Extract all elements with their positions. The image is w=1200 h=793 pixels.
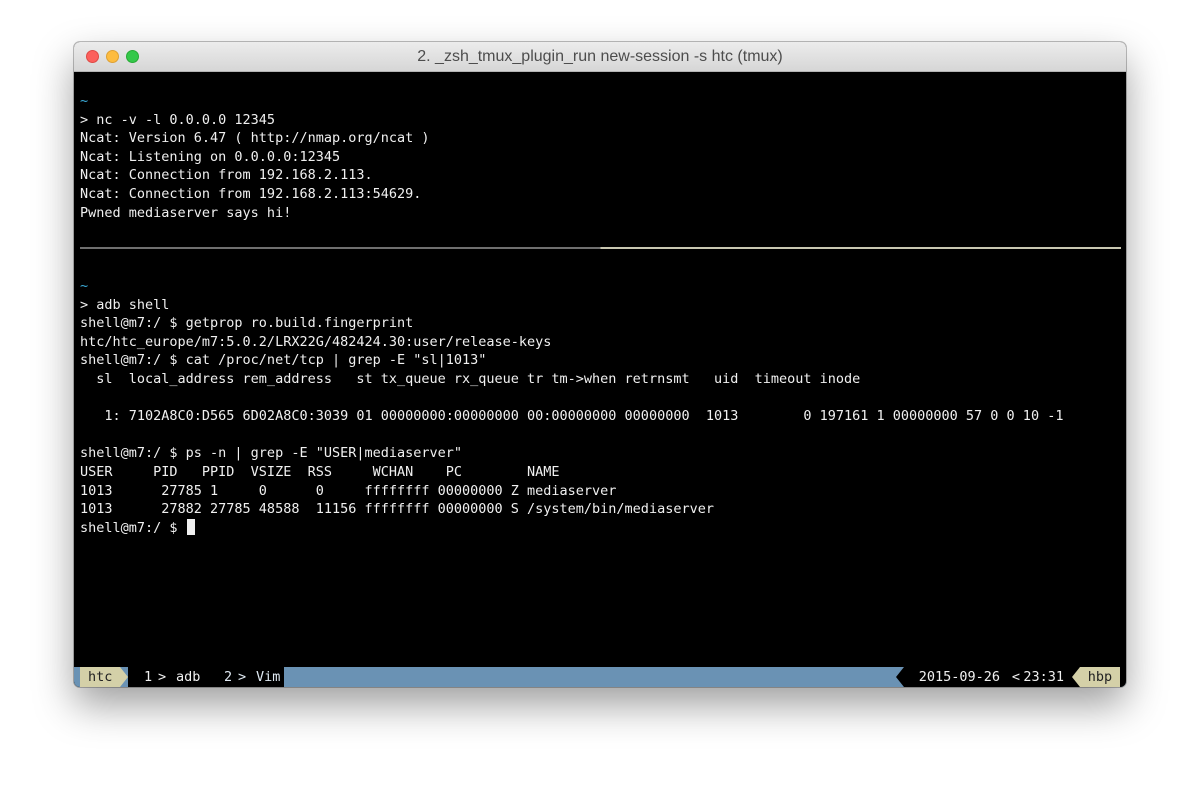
shell-prompt: shell@m7:/ $ bbox=[80, 519, 186, 536]
terminal-line: Ncat: Version 6.47 ( http://nmap.org/nca… bbox=[80, 130, 430, 147]
terminal-line: Ncat: Connection from 192.168.2.113:5462… bbox=[80, 185, 422, 202]
host-name: hbp bbox=[1080, 667, 1120, 687]
terminal-line: shell@m7:/ $ getprop ro.build.fingerprin… bbox=[80, 315, 414, 332]
bottom-pane[interactable]: ~ > adb shell shell@m7:/ $ getprop ro.buil… bbox=[80, 277, 1120, 537]
terminal-line: sl local_address rem_address st tx_queue… bbox=[80, 370, 861, 387]
terminal-line: Ncat: Connection from 192.168.2.113. bbox=[80, 167, 373, 184]
status-right-arrow-icon bbox=[896, 667, 904, 687]
terminal-line: > adb shell bbox=[80, 296, 170, 313]
window-2-name[interactable]: Vim bbox=[256, 667, 280, 687]
home-directory-indicator: ~ bbox=[80, 278, 89, 294]
status-time: 23:31 bbox=[1023, 669, 1064, 685]
chevron-right-icon: > bbox=[158, 669, 167, 685]
top-pane[interactable]: ~ > nc -v -l 0.0.0.0 12345 Ncat: Version 6… bbox=[80, 92, 1120, 222]
session-arrow-icon bbox=[120, 667, 128, 687]
terminal-line: 1013 27785 1 0 0 ffffffff 00000000 Z med… bbox=[80, 482, 617, 499]
status-date: 2015-09-26 bbox=[918, 669, 1000, 685]
terminal-line: htc/htc_europe/m7:5.0.2/LRX22G/482424.30… bbox=[80, 333, 552, 350]
terminal-window[interactable]: 2. _zsh_tmux_plugin_run new-session -s h… bbox=[74, 42, 1126, 687]
pane-divider[interactable] bbox=[80, 247, 1121, 249]
terminal-line: > nc -v -l 0.0.0.0 12345 bbox=[80, 111, 276, 128]
cursor-icon bbox=[186, 518, 195, 535]
terminal-line: Pwned mediaserver says hi! bbox=[80, 204, 292, 221]
terminal-line: 1: 7102A8C0:D565 6D02A8C0:3039 01 000000… bbox=[80, 408, 1064, 425]
terminal-area[interactable]: ~ > nc -v -l 0.0.0.0 12345 Ncat: Version 6… bbox=[74, 72, 1126, 687]
window-title: 2. _zsh_tmux_plugin_run new-session -s h… bbox=[417, 48, 783, 65]
terminal-line: shell@m7:/ $ cat /proc/net/tcp | grep -E… bbox=[80, 352, 487, 369]
terminal-line: 1013 27882 27785 48588 11156 ffffffff 00… bbox=[80, 501, 714, 518]
window-1-index[interactable]: 1 bbox=[144, 667, 152, 687]
chevron-right-icon: > bbox=[238, 669, 247, 685]
title-bar[interactable]: 2. _zsh_tmux_plugin_run new-session -s h… bbox=[74, 42, 1126, 72]
terminal-line: shell@m7:/ $ ps -n | grep -E "USER|media… bbox=[80, 445, 463, 462]
window-1-name[interactable]: adb bbox=[176, 667, 200, 687]
window-2-index[interactable]: 2 bbox=[224, 667, 232, 687]
chevron-left-icon: < bbox=[1011, 669, 1020, 685]
home-directory-indicator: ~ bbox=[80, 93, 89, 109]
window-arrow-icon bbox=[208, 667, 216, 687]
host-arrow-icon bbox=[1072, 667, 1080, 687]
terminal-line: Ncat: Listening on 0.0.0.0:12345 bbox=[80, 148, 341, 165]
tmux-status-bar: htc 1 > adb 2 > Vim 2015-09-26 < 23:31 h… bbox=[74, 667, 1126, 687]
terminal-line: USER PID PPID VSIZE RSS WCHAN PC NAME bbox=[80, 463, 560, 480]
session-name: htc bbox=[80, 667, 121, 687]
prompt-line[interactable]: shell@m7:/ $ bbox=[80, 518, 1120, 538]
